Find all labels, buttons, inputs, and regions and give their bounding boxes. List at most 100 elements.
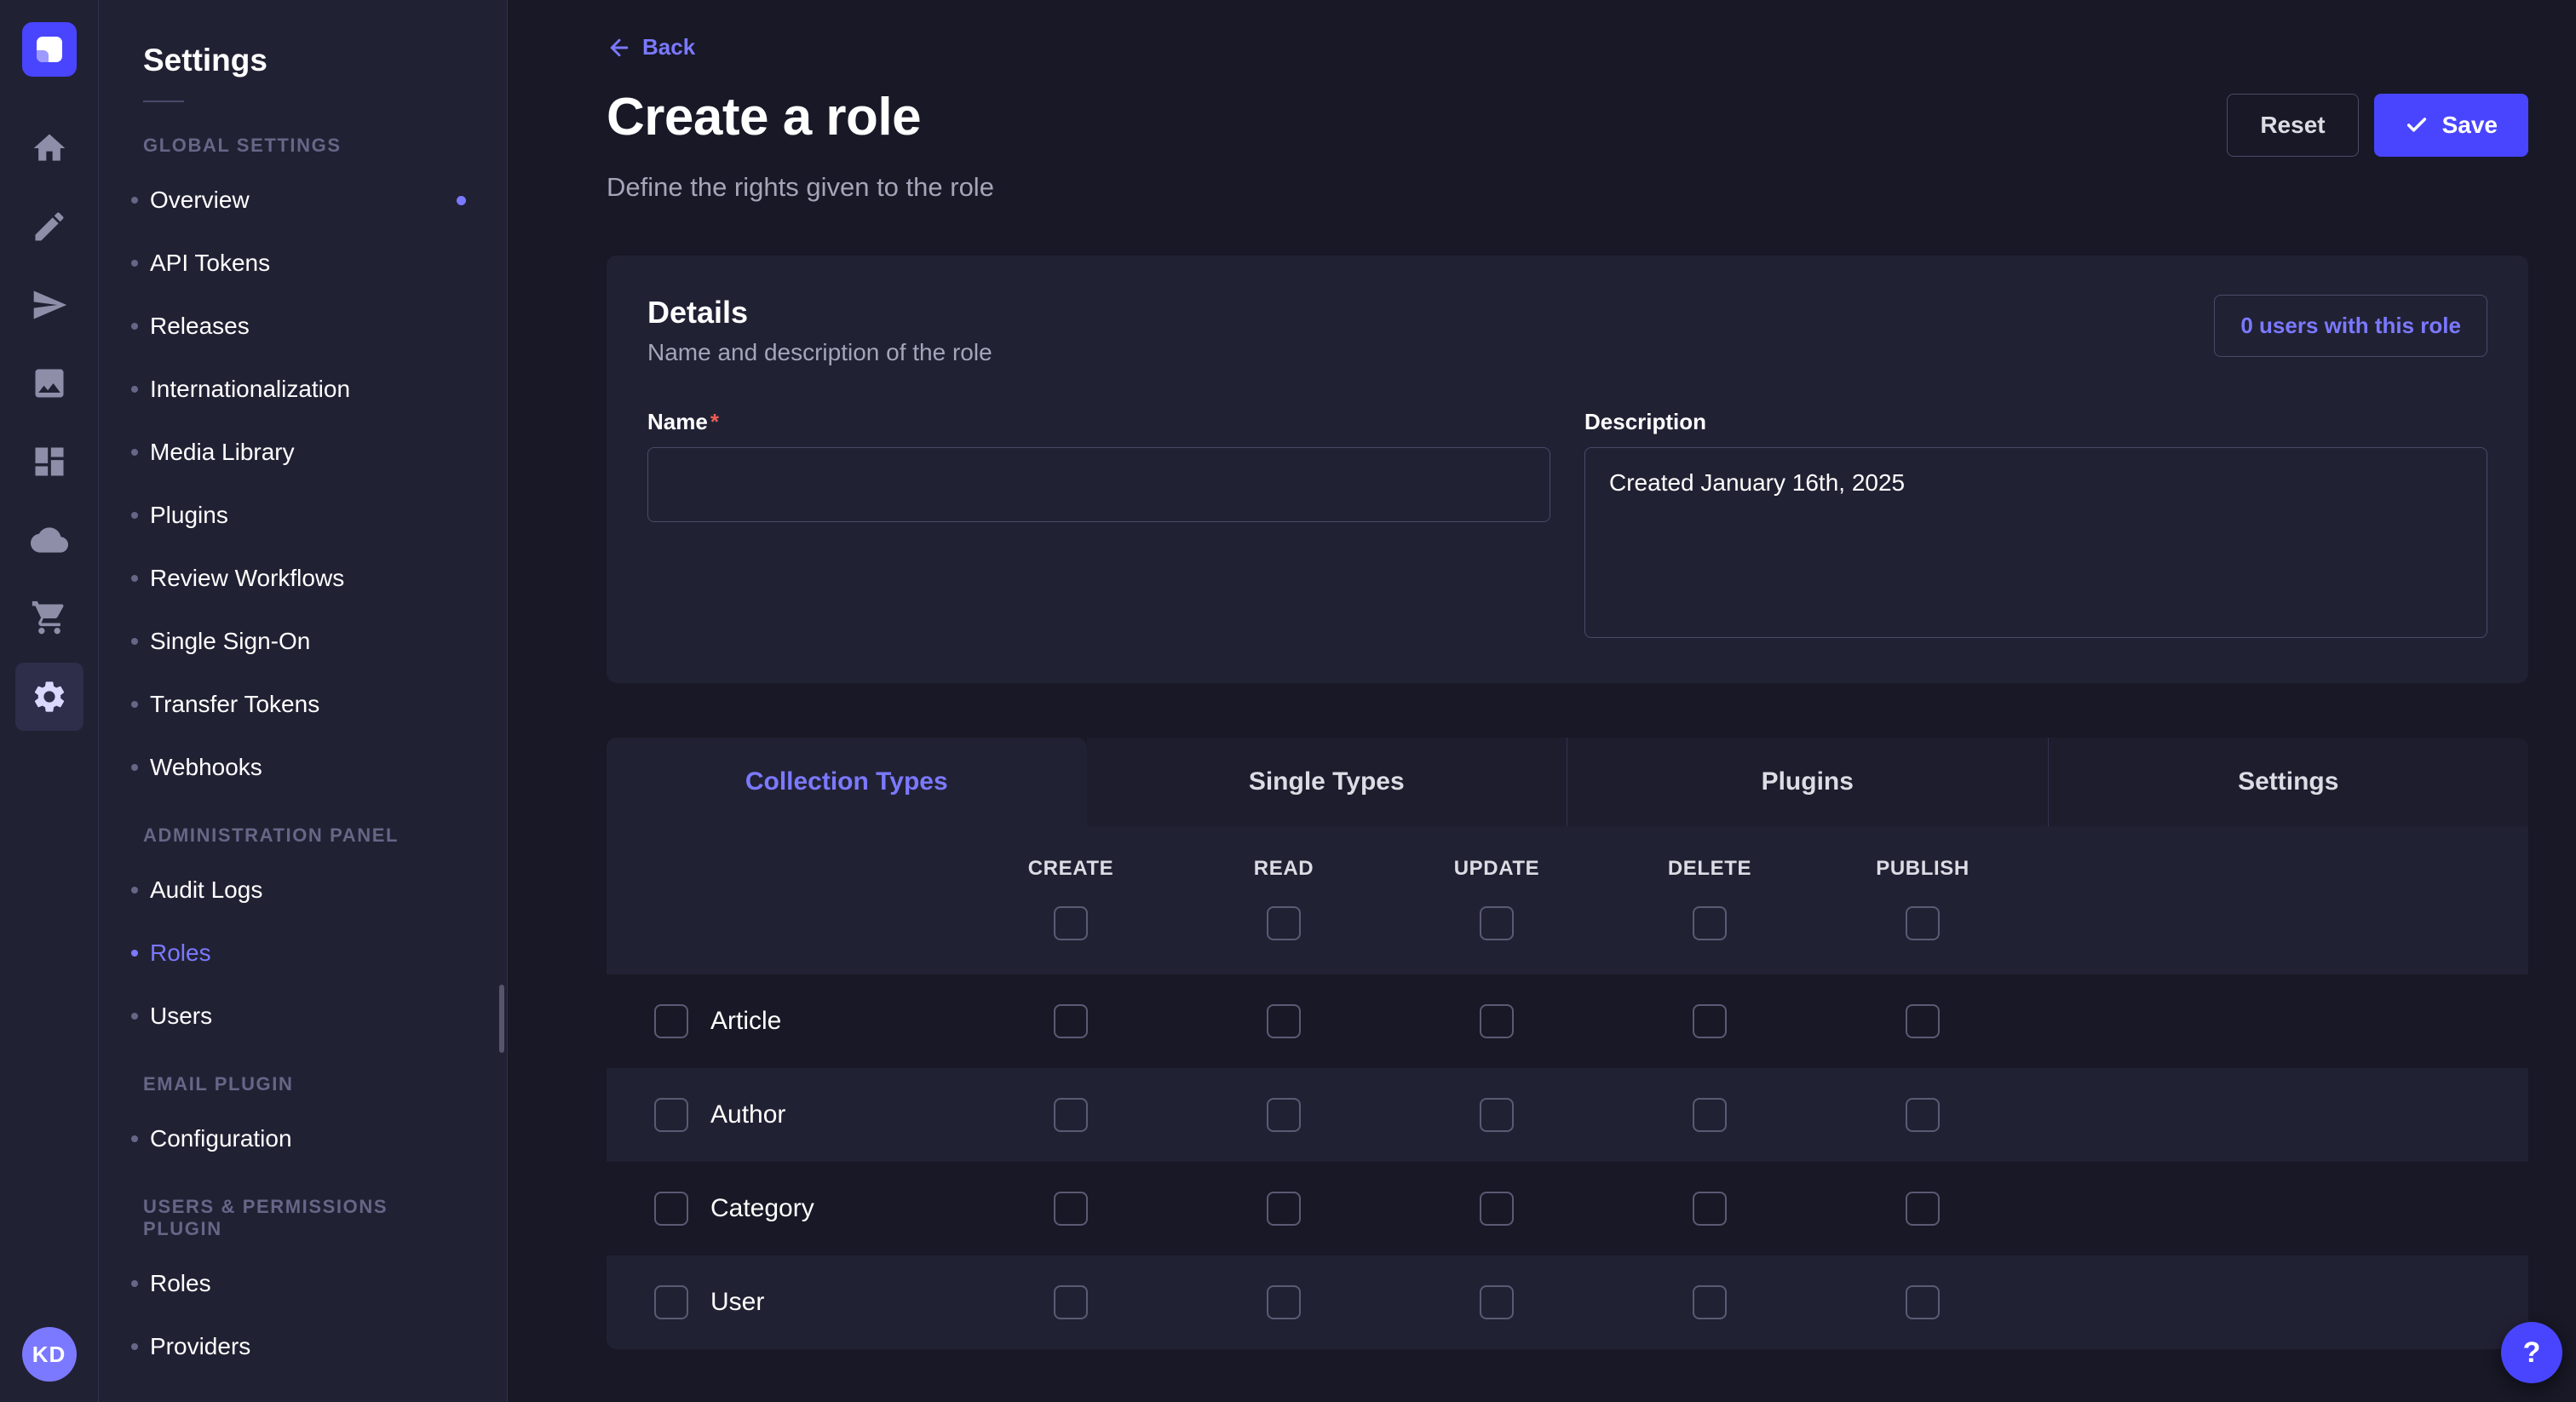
author-create-checkbox[interactable] xyxy=(1054,1098,1088,1132)
author-publish-checkbox[interactable] xyxy=(1906,1098,1940,1132)
author-update-checkbox[interactable] xyxy=(1480,1098,1514,1132)
bullet-icon xyxy=(131,1343,138,1350)
home-icon xyxy=(31,129,68,167)
save-button[interactable]: Save xyxy=(2374,94,2528,157)
sidebar-item-webhooks[interactable]: Webhooks xyxy=(99,736,507,799)
article-delete-checkbox[interactable] xyxy=(1693,1004,1727,1038)
rail-item-releases[interactable] xyxy=(15,271,83,339)
page-subtitle: Define the rights given to the role xyxy=(607,172,2528,203)
rail-item-marketplace[interactable] xyxy=(15,584,83,652)
sidebar-item-roles-up[interactable]: Roles xyxy=(99,1252,507,1315)
users-with-role-button[interactable]: 0 users with this role xyxy=(2214,295,2487,357)
author-delete-checkbox[interactable] xyxy=(1693,1098,1727,1132)
grid-icon xyxy=(31,443,68,480)
article-update-checkbox[interactable] xyxy=(1480,1004,1514,1038)
back-link[interactable]: Back xyxy=(607,34,695,60)
column-header-read: READ xyxy=(1177,857,1390,881)
settings-sidebar: Settings GLOBAL SETTINGS Overview API To… xyxy=(99,0,508,1402)
avatar[interactable]: KD xyxy=(22,1327,77,1382)
category-create-checkbox[interactable] xyxy=(1054,1192,1088,1226)
section-label-users-permissions-plugin: USERS & PERMISSIONS PLUGIN xyxy=(99,1170,507,1252)
sidebar-item-media-library[interactable]: Media Library xyxy=(99,421,507,484)
sidebar-item-label: Users xyxy=(150,1002,212,1031)
media-library-icon xyxy=(31,365,68,402)
select-all-update-checkbox[interactable] xyxy=(1480,906,1514,940)
tab-plugins[interactable]: Plugins xyxy=(1567,738,2048,826)
bullet-icon xyxy=(131,1135,138,1142)
category-publish-checkbox[interactable] xyxy=(1906,1192,1940,1226)
sidebar-item-label: Roles xyxy=(150,939,211,968)
select-all-create-checkbox[interactable] xyxy=(1054,906,1088,940)
help-button[interactable]: ? xyxy=(2501,1322,2562,1383)
rail-item-cloud[interactable] xyxy=(15,506,83,574)
icon-rail: KD xyxy=(0,0,99,1402)
name-input[interactable] xyxy=(647,447,1550,522)
sidebar-item-configuration[interactable]: Configuration xyxy=(99,1107,507,1170)
bullet-icon xyxy=(131,512,138,519)
sidebar-item-releases[interactable]: Releases xyxy=(99,295,507,358)
select-all-publish-checkbox[interactable] xyxy=(1906,906,1940,940)
sidebar-item-api-tokens[interactable]: API Tokens xyxy=(99,232,507,295)
category-delete-checkbox[interactable] xyxy=(1693,1192,1727,1226)
main-content: Back Create a role Reset Save Define the… xyxy=(508,0,2576,1402)
sidebar-item-label: Releases xyxy=(150,312,250,341)
tab-settings[interactable]: Settings xyxy=(2048,738,2529,826)
cloud-icon xyxy=(31,521,68,559)
tab-collection-types[interactable]: Collection Types xyxy=(607,738,1087,826)
bullet-icon xyxy=(131,1280,138,1287)
category-read-checkbox[interactable] xyxy=(1267,1192,1301,1226)
tab-single-types[interactable]: Single Types xyxy=(1087,738,1567,826)
row-label: Article xyxy=(710,1007,781,1036)
sidebar-item-overview[interactable]: Overview xyxy=(99,169,507,232)
user-row-checkbox[interactable] xyxy=(654,1285,688,1319)
sidebar-item-audit-logs[interactable]: Audit Logs xyxy=(99,859,507,922)
author-read-checkbox[interactable] xyxy=(1267,1098,1301,1132)
sidebar-item-label: Overview xyxy=(150,186,250,215)
bullet-icon xyxy=(131,764,138,771)
article-create-checkbox[interactable] xyxy=(1054,1004,1088,1038)
strapi-logo[interactable] xyxy=(22,22,77,77)
rail-item-content-manager[interactable] xyxy=(15,192,83,261)
sidebar-scrollbar-thumb[interactable] xyxy=(499,985,504,1053)
rail-item-media-library[interactable] xyxy=(15,349,83,417)
column-header-create: CREATE xyxy=(964,857,1177,881)
cart-icon xyxy=(31,600,68,637)
strapi-logo-glyph xyxy=(37,37,62,62)
check-icon xyxy=(2405,113,2429,137)
description-input[interactable]: Created January 16th, 2025 xyxy=(1584,447,2487,638)
article-publish-checkbox[interactable] xyxy=(1906,1004,1940,1038)
sidebar-item-plugins[interactable]: Plugins xyxy=(99,484,507,547)
required-asterisk: * xyxy=(710,409,719,434)
select-all-delete-checkbox[interactable] xyxy=(1693,906,1727,940)
rail-item-home[interactable] xyxy=(15,114,83,182)
sidebar-item-providers[interactable]: Providers xyxy=(99,1315,507,1378)
sidebar-item-internationalization[interactable]: Internationalization xyxy=(99,358,507,421)
sidebar-item-users[interactable]: Users xyxy=(99,985,507,1048)
user-create-checkbox[interactable] xyxy=(1054,1285,1088,1319)
user-delete-checkbox[interactable] xyxy=(1693,1285,1727,1319)
sidebar-item-review-workflows[interactable]: Review Workflows xyxy=(99,547,507,610)
user-update-checkbox[interactable] xyxy=(1480,1285,1514,1319)
details-card: Details Name and description of the role… xyxy=(607,256,2528,683)
sidebar-item-label: Single Sign-On xyxy=(150,627,310,656)
pen-icon xyxy=(31,208,68,245)
table-row-article: Article xyxy=(607,974,2528,1068)
category-row-checkbox[interactable] xyxy=(654,1192,688,1226)
article-read-checkbox[interactable] xyxy=(1267,1004,1301,1038)
user-publish-checkbox[interactable] xyxy=(1906,1285,1940,1319)
sidebar-item-label: Audit Logs xyxy=(150,876,262,905)
sidebar-item-transfer-tokens[interactable]: Transfer Tokens xyxy=(99,673,507,736)
rail-item-content-type-builder[interactable] xyxy=(15,428,83,496)
article-row-checkbox[interactable] xyxy=(654,1004,688,1038)
user-read-checkbox[interactable] xyxy=(1267,1285,1301,1319)
author-row-checkbox[interactable] xyxy=(654,1098,688,1132)
rail-item-settings[interactable] xyxy=(15,663,83,731)
select-all-read-checkbox[interactable] xyxy=(1267,906,1301,940)
arrow-left-icon xyxy=(607,35,632,60)
sidebar-item-single-sign-on[interactable]: Single Sign-On xyxy=(99,610,507,673)
category-update-checkbox[interactable] xyxy=(1480,1192,1514,1226)
sidebar-item-label: API Tokens xyxy=(150,249,270,278)
bullet-icon xyxy=(131,323,138,330)
sidebar-item-roles-admin[interactable]: Roles xyxy=(99,922,507,985)
reset-button[interactable]: Reset xyxy=(2227,94,2358,157)
